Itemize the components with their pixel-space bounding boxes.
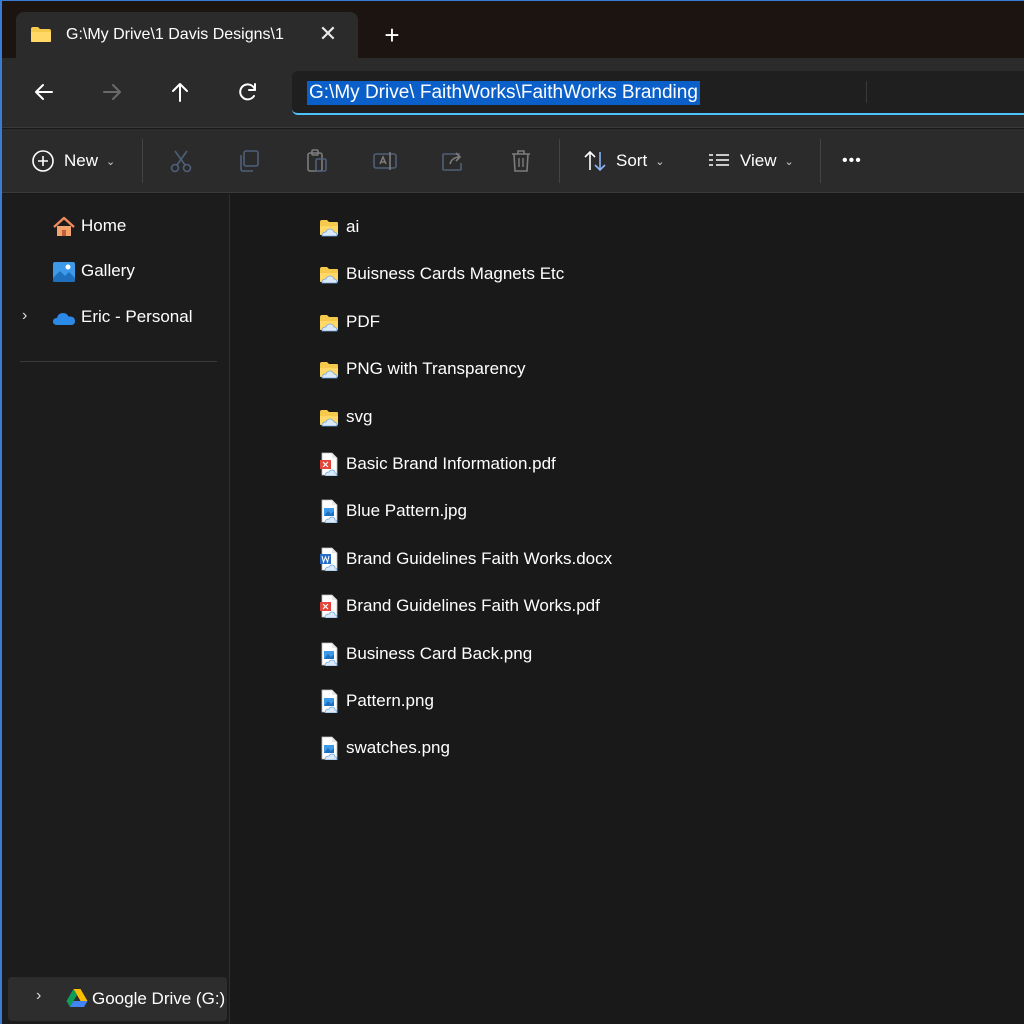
file-list-item[interactable]: Blue Pattern.jpg — [311, 490, 731, 530]
file-name: Brand Guidelines Faith Works.docx — [346, 548, 613, 568]
file-name: Blue Pattern.jpg — [346, 501, 467, 521]
file-list-item[interactable]: Basic Brand Information.pdf — [311, 443, 731, 483]
delete-button[interactable] — [508, 145, 534, 177]
sort-icon — [584, 150, 606, 172]
tab-bar: G:\My Drive\1 Davis Designs\1 ✕ + — [2, 1, 1024, 58]
sidebar-item-google-drive[interactable]: › Google Drive (G:) — [8, 977, 227, 1021]
new-button[interactable]: New ⌄ — [30, 145, 115, 177]
image-file-icon — [319, 642, 339, 666]
address-bar[interactable]: G:\My Drive\ FaithWorks\FaithWorks Brand… — [292, 71, 1024, 115]
rename-icon — [373, 152, 397, 170]
image-file-icon — [319, 689, 339, 714]
rename-button[interactable] — [372, 145, 398, 177]
sidebar-item-label: Eric - Personal — [81, 307, 193, 326]
folder-icon — [31, 27, 51, 42]
file-name: Basic Brand Information.pdf — [346, 454, 556, 473]
image-file-icon — [319, 499, 339, 524]
file-list-item[interactable]: Business Card Back.png — [311, 633, 731, 673]
chevron-down-icon: ⌄ — [784, 155, 794, 168]
navigation-pane: Home Gallery › Eric - Personal › Google … — [2, 194, 230, 1024]
chevron-right-icon[interactable]: › — [36, 987, 41, 1005]
view-list-icon — [709, 154, 729, 166]
image-file-icon — [319, 736, 339, 761]
new-label: New — [64, 151, 99, 170]
pdf-file-icon — [319, 594, 339, 619]
file-explorer-window: G:\My Drive\1 Davis Designs\1 ✕ + G:\My … — [0, 0, 1024, 1024]
home-icon — [53, 216, 75, 236]
navigation-bar: G:\My Drive\ FaithWorks\FaithWorks Brand… — [2, 58, 1024, 128]
sidebar-item-label: Google Drive (G:) — [92, 989, 226, 1008]
up-arrow-icon[interactable] — [164, 76, 196, 108]
file-list: ai Buisness Cards Magnets Etc PDF PNG with … — [231, 194, 1024, 1024]
file-list-item[interactable]: svg — [311, 396, 731, 436]
close-tab-icon[interactable]: ✕ — [316, 22, 340, 46]
delete-icon — [512, 150, 530, 172]
cut-icon — [170, 150, 192, 173]
copy-button[interactable] — [236, 145, 262, 177]
folder-icon — [319, 310, 339, 334]
address-path[interactable]: G:\My Drive\ FaithWorks\FaithWorks Brand… — [307, 81, 700, 105]
file-name: Buisness Cards Magnets Etc — [346, 264, 565, 284]
toolbar-divider — [559, 139, 560, 183]
file-name: Business Card Back.png — [346, 643, 533, 663]
file-list-item[interactable]: ai — [311, 206, 731, 246]
onedrive-cloud-icon — [53, 313, 75, 325]
tab-current-folder[interactable]: G:\My Drive\1 Davis Designs\1 ✕ — [16, 12, 358, 58]
folder-icon — [319, 357, 339, 381]
new-tab-button[interactable]: + — [378, 21, 406, 49]
file-list-item[interactable]: Buisness Cards Magnets Etc — [311, 253, 731, 293]
file-list-item[interactable]: Pattern.png — [311, 680, 731, 720]
gallery-icon — [53, 262, 75, 282]
cut-button[interactable] — [168, 145, 194, 177]
view-label: View — [740, 151, 777, 170]
chevron-down-icon: ⌄ — [106, 155, 116, 168]
sidebar-divider — [20, 361, 217, 362]
sidebar-item-label: Home — [81, 216, 127, 235]
sort-button[interactable]: Sort ⌄ — [582, 145, 664, 177]
toolbar-divider — [142, 139, 143, 183]
folder-icon — [319, 405, 339, 429]
google-drive-icon — [66, 989, 88, 1007]
sort-label: Sort — [616, 151, 648, 170]
tab-title: G:\My Drive\1 Davis Designs\1 — [66, 26, 284, 43]
share-button[interactable] — [440, 145, 466, 177]
file-list-item[interactable]: swatches.png — [311, 727, 731, 767]
address-divider — [866, 81, 867, 103]
file-name: Brand Guidelines Faith Works.pdf — [346, 596, 600, 616]
folder-icon — [319, 262, 339, 286]
forward-arrow-icon[interactable] — [96, 76, 128, 108]
more-options-button[interactable]: ••• — [842, 145, 862, 177]
share-icon — [442, 152, 462, 171]
file-name: PNG with Transparency — [346, 359, 526, 379]
pdf-file-icon — [319, 452, 339, 477]
paste-button[interactable] — [304, 145, 330, 177]
view-button[interactable]: View ⌄ — [706, 145, 794, 177]
refresh-icon[interactable] — [232, 76, 264, 108]
file-list-item[interactable]: Brand Guidelines Faith Works.pdf — [311, 585, 731, 625]
file-name: ai — [346, 217, 360, 236]
paste-icon — [307, 149, 327, 172]
plus-circle-icon — [32, 150, 54, 172]
file-name: swatches.png — [346, 738, 450, 758]
file-list-item[interactable]: PNG with Transparency — [311, 348, 731, 388]
sidebar-item-eric-personal[interactable]: › Eric - Personal — [2, 299, 228, 335]
file-name: PDF — [346, 311, 380, 331]
sidebar-item-home[interactable]: Home — [2, 208, 228, 244]
file-list-item[interactable]: Brand Guidelines Faith Works.docx — [311, 538, 731, 578]
chevron-down-icon: ⌄ — [655, 155, 665, 168]
copy-icon — [240, 150, 259, 172]
toolbar-divider — [820, 139, 821, 183]
folder-icon — [319, 215, 339, 239]
chevron-right-icon[interactable]: › — [22, 307, 38, 327]
sidebar-item-gallery[interactable]: Gallery — [2, 253, 228, 289]
file-list-item[interactable]: PDF — [311, 301, 731, 341]
back-arrow-icon[interactable] — [28, 76, 60, 108]
command-bar: New ⌄ Sort ⌄ View ⌄ ••• — [2, 129, 1024, 193]
word-document-icon — [319, 547, 339, 572]
more-icon: ••• — [842, 152, 862, 169]
file-name: Pattern.png — [346, 691, 434, 710]
sidebar-item-label: Gallery — [81, 261, 135, 280]
file-name: svg — [346, 406, 373, 426]
